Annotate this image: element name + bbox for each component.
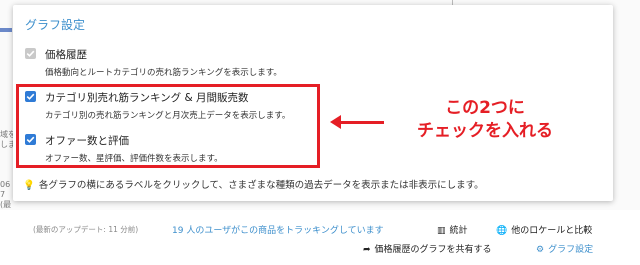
bar-chart-icon: ▥ — [437, 226, 446, 236]
footer-row-2: ➦ 価格履歴のグラフを共有する ⚙ グラフ設定 — [0, 242, 640, 256]
annotation-text: この2つに チェックを入れる — [400, 97, 570, 143]
popup-title: グラフ設定 — [25, 18, 86, 32]
arrow-line — [338, 121, 384, 124]
share-label: 価格履歴のグラフを共有する — [374, 245, 492, 255]
check-icon — [26, 50, 35, 57]
graph-settings-link[interactable]: ⚙ グラフ設定 — [536, 242, 593, 255]
footer-row-1: (最新のアップデート: 11 分前) 19 人のユーザがこの商品をトラッキングし… — [0, 223, 640, 237]
side-text-4: 7 — [0, 190, 6, 199]
lightbulb-icon: 💡 — [23, 180, 35, 191]
last-updated: (最新のアップデート: 11 分前) — [33, 225, 139, 234]
annotation-line-1: この2つに — [445, 98, 525, 118]
gear-icon: ⚙ — [536, 245, 545, 255]
red-highlight-box — [16, 84, 320, 168]
side-text-5: (最 — [0, 200, 12, 209]
option-label: 価格履歴 — [45, 49, 87, 61]
share-arrow-icon: ➦ — [363, 245, 371, 255]
locale-label: 他のロケールと比較 — [511, 226, 593, 236]
option-desc: 価格動向とルートカテゴリの売れ筋ランキングを表示します。 — [45, 68, 282, 78]
compare-locale-link[interactable]: 🌐 他のロケールと比較 — [496, 223, 592, 236]
checkbox-price-history[interactable] — [25, 48, 36, 59]
side-text-3: 06 — [0, 180, 11, 189]
annotation-line-2: チェックを入れる — [417, 121, 553, 141]
hint-text-row: 💡 各グラフの横にあるラベルをクリックして、さまざまな種類の過去データを表示または… — [23, 177, 484, 191]
settings-label: グラフ設定 — [548, 245, 594, 255]
share-graph-link[interactable]: ➦ 価格履歴のグラフを共有する — [363, 242, 492, 255]
chart-line — [0, 28, 12, 32]
hint-text: 各グラフの横にあるラベルをクリックして、さまざまな種類の過去データを表示または非… — [38, 180, 484, 191]
tracking-users-link[interactable]: 19 人のユーザがこの商品をトラッキングしています — [172, 223, 384, 236]
stats-link[interactable]: ▥ 統計 — [437, 223, 468, 236]
globe-icon: 🌐 — [496, 226, 508, 236]
stats-label: 統計 — [449, 226, 468, 236]
